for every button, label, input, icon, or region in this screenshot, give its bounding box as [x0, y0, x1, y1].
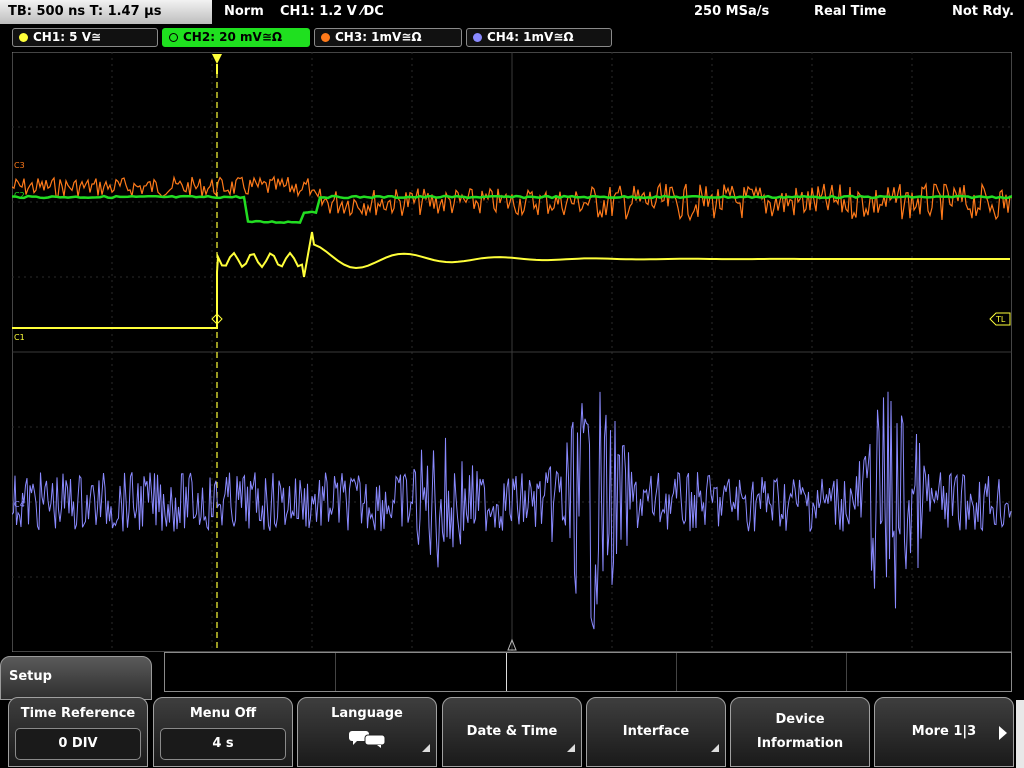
menu-off-button[interactable]: Menu Off 4 s [153, 697, 293, 767]
interface-button[interactable]: Interface [586, 697, 726, 767]
ch3-dot-icon [321, 33, 330, 42]
softkey-label: Menu Off [189, 706, 257, 721]
ch1-dot-icon [19, 33, 28, 42]
channel-tab-ch4[interactable]: CH4: 1mV≅Ω [466, 28, 612, 47]
strip-divider [335, 653, 336, 691]
acquisition-mode: Real Time [814, 4, 887, 19]
sample-rate: 250 MSa/s [694, 4, 770, 19]
c2-marker: C2 [14, 191, 25, 200]
acquisition-state: Not Rdy. [952, 4, 1015, 19]
submenu-corner-icon [711, 744, 719, 752]
c3-marker: C3 [14, 161, 25, 170]
ch4-dot-icon [473, 33, 482, 42]
device-information-button[interactable]: Device Information [730, 697, 870, 767]
softkey-label: Interface [622, 724, 690, 739]
submenu-corner-icon [422, 744, 430, 752]
channel-tab-ch2[interactable]: CH2: 20 mV≅Ω [162, 28, 310, 47]
time-reference-value: 0 DIV [15, 728, 141, 760]
menu-off-value: 4 s [160, 728, 286, 760]
more-button[interactable]: More 1|3 [874, 697, 1014, 767]
softkey-label: Language [331, 706, 403, 721]
zoom-strip[interactable] [164, 652, 1012, 692]
date-time-button[interactable]: Date & Time [442, 697, 582, 767]
strip-divider [676, 653, 677, 691]
trigger-level-label: TL [995, 315, 1006, 324]
ch2-dot-icon [169, 33, 178, 42]
trigger-mode: Norm [224, 4, 264, 19]
channel-tab-ch3[interactable]: CH3: 1mV≅Ω [314, 28, 462, 47]
softkey-label: Device Information [731, 708, 869, 756]
language-button[interactable]: Language [297, 697, 437, 767]
timebase-readout[interactable]: TB: 500 ns T: 1.47 µs [0, 0, 212, 24]
status-bar: TB: 500 ns T: 1.47 µs Norm CH1: 1.2 V ⁄D… [0, 0, 1024, 24]
trigger-info: CH1: 1.2 V ⁄DC [280, 4, 384, 19]
time-reference-button[interactable]: Time Reference 0 DIV [8, 697, 148, 767]
strip-center-line [506, 653, 507, 691]
menu-title-tab: Setup [0, 656, 152, 700]
c1-marker: C1 [14, 333, 25, 342]
softkey-label: Date & Time [466, 724, 558, 739]
channel-label: CH1: 5 V≅ [33, 30, 102, 44]
c4-marker: C4 [14, 500, 25, 509]
strip-divider [846, 653, 847, 691]
channel-label: CH2: 20 mV≅Ω [183, 30, 283, 44]
softkey-label-line2: Information [756, 736, 844, 751]
softkey-label: More 1|3 [911, 724, 977, 739]
softkey-label: Time Reference [20, 706, 136, 721]
timebase-text: TB: 500 ns T: 1.47 µs [8, 4, 162, 19]
speech-bubble-icon [349, 731, 386, 748]
panel-edge [1016, 700, 1024, 768]
channel-label: CH4: 1mV≅Ω [487, 30, 574, 44]
menu-title: Setup [9, 669, 52, 684]
channel-tab-ch1[interactable]: CH1: 5 V≅ [12, 28, 158, 47]
channel-label: CH3: 1mV≅Ω [335, 30, 422, 44]
arrow-right-icon [999, 726, 1007, 740]
softkey-label-line1: Device [775, 712, 825, 727]
submenu-corner-icon [567, 744, 575, 752]
waveform-display[interactable]: C3 C2 C1 C4 TL [12, 52, 1012, 652]
